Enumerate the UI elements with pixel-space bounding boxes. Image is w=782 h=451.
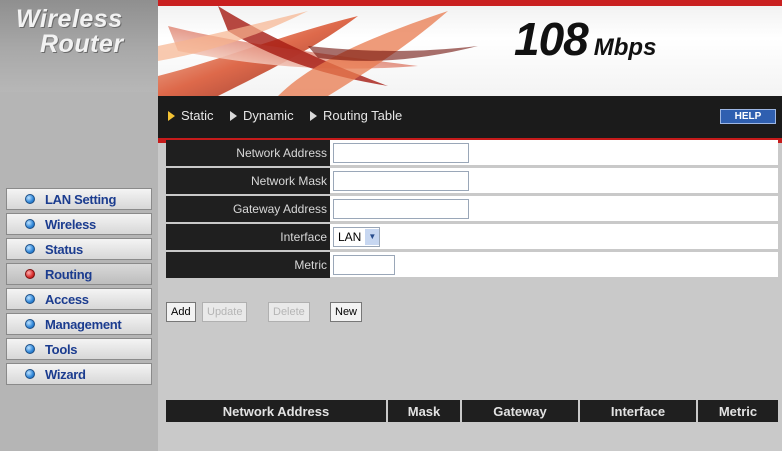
brand-line-2: Router xyxy=(40,30,124,58)
bullet-icon xyxy=(25,294,35,304)
help-button[interactable]: HELP xyxy=(720,109,776,124)
speed-number: 108 xyxy=(514,13,589,65)
sidebar-item-lan-setting[interactable]: LAN Setting xyxy=(6,188,152,210)
network-mask-input[interactable] xyxy=(333,170,469,191)
column-header-network-address: Network Address xyxy=(166,400,388,422)
network-mask-cell xyxy=(330,168,778,194)
column-header-mask: Mask xyxy=(388,400,462,422)
row-interface: Interface LAN ▼ xyxy=(166,224,778,250)
help-label: HELP xyxy=(734,111,762,122)
sidebar-item-label: Wizard xyxy=(45,366,86,382)
sidebar-item-routing[interactable]: Routing xyxy=(6,263,152,285)
row-gateway-address: Gateway Address xyxy=(166,196,778,222)
add-button[interactable]: Add xyxy=(166,302,196,322)
bullet-icon xyxy=(25,219,35,229)
tab-routing-table[interactable]: Routing Table xyxy=(310,108,402,123)
sidebar-item-label: LAN Setting xyxy=(45,191,117,207)
bullet-icon xyxy=(25,244,35,254)
gateway-address-input[interactable] xyxy=(333,198,469,219)
column-header-interface: Interface xyxy=(580,400,698,422)
chevron-down-icon[interactable]: ▼ xyxy=(365,228,380,245)
sidebar-item-status[interactable]: Status xyxy=(6,238,152,260)
column-header-gateway: Gateway xyxy=(462,400,580,422)
tab-dynamic[interactable]: Dynamic xyxy=(230,108,294,123)
interface-select[interactable]: LAN ▼ xyxy=(333,226,381,247)
delete-button[interactable]: Delete xyxy=(268,302,310,322)
triangle-right-icon xyxy=(230,110,237,121)
gateway-address-cell xyxy=(330,196,778,222)
sidebar-item-label: Access xyxy=(45,291,89,307)
bullet-active-icon xyxy=(25,269,35,279)
network-address-label: Network Address xyxy=(166,140,330,166)
triangle-right-icon xyxy=(310,110,317,121)
tab-label: Static xyxy=(181,108,214,123)
bullet-icon xyxy=(25,319,35,329)
sidebar-item-access[interactable]: Access xyxy=(6,288,152,310)
tab-bar: Static Dynamic Routing Table xyxy=(158,96,782,143)
header-banner: 108 Mbps xyxy=(158,0,782,96)
brand-line-1: Wireless xyxy=(16,5,123,33)
tab-static[interactable]: Static xyxy=(168,108,214,123)
speed-logo: 108 Mbps xyxy=(514,12,656,66)
sidebar-item-management[interactable]: Management xyxy=(6,313,152,335)
sidebar-nav: LAN Setting Wireless Status Routing Acce… xyxy=(6,188,152,388)
metric-cell xyxy=(330,252,778,278)
sidebar-item-label: Tools xyxy=(45,341,78,357)
triangle-right-icon xyxy=(168,110,175,121)
interface-label: Interface xyxy=(166,224,330,250)
metric-label: Metric xyxy=(166,252,330,278)
network-address-input[interactable] xyxy=(333,142,469,163)
new-button[interactable]: New xyxy=(330,302,363,322)
sidebar-item-label: Routing xyxy=(45,266,92,282)
bullet-icon xyxy=(25,369,35,379)
bullet-icon xyxy=(25,344,35,354)
bullet-icon xyxy=(25,194,35,204)
interface-cell: LAN ▼ xyxy=(330,224,778,250)
brand-logo: Wireless Router xyxy=(0,0,158,92)
row-network-address: Network Address xyxy=(166,140,778,166)
network-address-cell xyxy=(330,140,778,166)
tab-label: Routing Table xyxy=(323,108,403,123)
network-mask-label: Network Mask xyxy=(166,168,330,194)
sidebar-item-label: Status xyxy=(45,241,83,257)
metric-input[interactable] xyxy=(333,254,395,275)
update-button[interactable]: Update xyxy=(202,302,248,322)
sidebar-item-label: Wireless xyxy=(45,216,96,232)
interface-select-value: LAN xyxy=(338,229,362,244)
column-header-metric: Metric xyxy=(698,400,778,422)
sidebar-item-wizard[interactable]: Wizard xyxy=(6,363,152,385)
row-metric: Metric xyxy=(166,252,778,278)
sidebar-item-label: Management xyxy=(45,316,122,332)
tab-label: Dynamic xyxy=(243,108,294,123)
row-network-mask: Network Mask xyxy=(166,168,778,194)
sidebar-item-tools[interactable]: Tools xyxy=(6,338,152,360)
sidebar-item-wireless[interactable]: Wireless xyxy=(6,213,152,235)
routing-table-header: Network Address Mask Gateway Interface M… xyxy=(166,400,778,422)
flame-graphic xyxy=(158,6,478,96)
gateway-address-label: Gateway Address xyxy=(166,196,330,222)
speed-unit: Mbps xyxy=(593,34,657,61)
